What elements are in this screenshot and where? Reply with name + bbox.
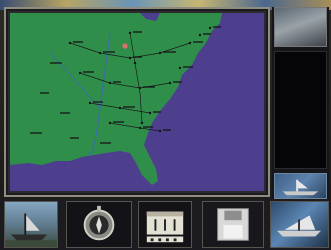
ship-icon: [5, 213, 57, 247]
compass-button[interactable]: [66, 201, 132, 248]
ship-button[interactable]: [270, 201, 329, 248]
calendar-button[interactable]: [138, 201, 192, 248]
ship-panel[interactable]: [274, 173, 327, 199]
command-toolbar: [0, 199, 331, 250]
map-frame: [4, 7, 270, 197]
portrait-panel[interactable]: [274, 7, 327, 47]
right-rail: [272, 7, 329, 199]
ship-icon: [277, 215, 322, 237]
game-screen: [0, 0, 331, 250]
save-button[interactable]: [202, 201, 264, 248]
campaign-map[interactable]: [10, 13, 264, 191]
fleet-button[interactable]: [4, 201, 58, 248]
info-panel: [274, 51, 327, 169]
floppy-disk-icon: [217, 208, 249, 241]
ship-icon: [282, 179, 319, 196]
capital-marker[interactable]: [122, 43, 128, 49]
map-svg: [10, 13, 264, 191]
compass-icon: [83, 205, 115, 241]
calendar-icon: [146, 211, 184, 243]
